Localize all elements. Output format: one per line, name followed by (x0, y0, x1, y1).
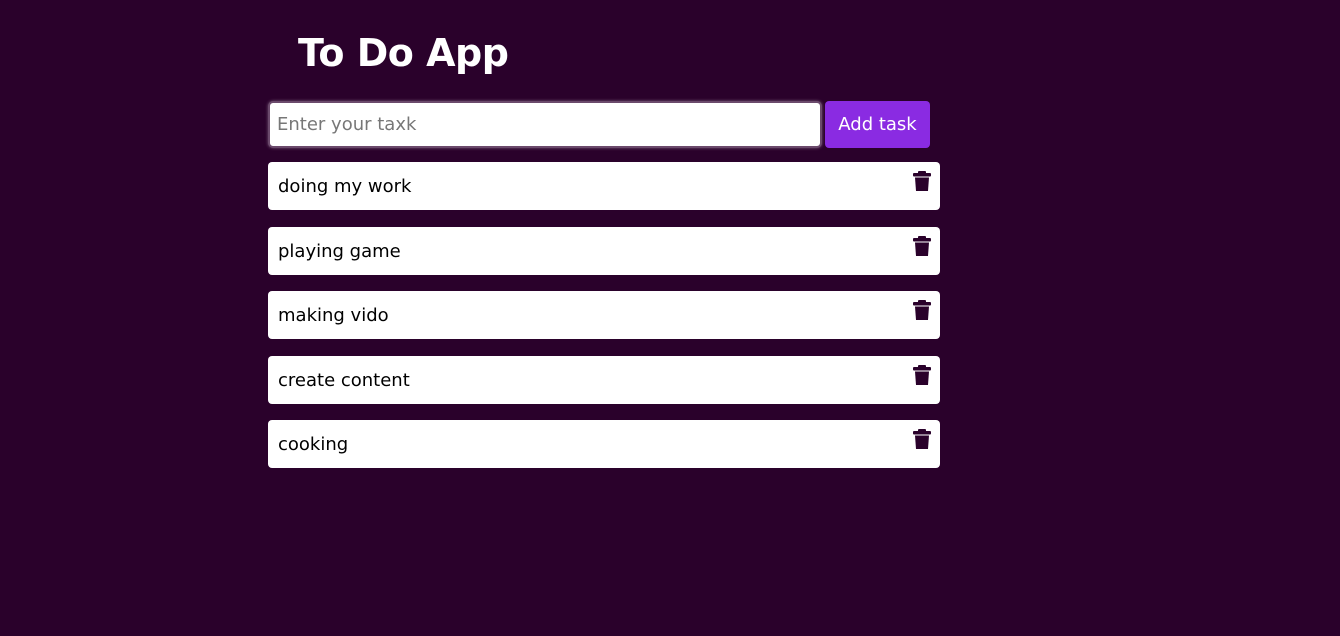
trash-icon (912, 299, 932, 321)
task-item: playing game (268, 226, 940, 275)
task-text: doing my work (278, 176, 412, 197)
delete-task-button[interactable] (912, 299, 932, 321)
task-list: doing my work playing game making vido c… (268, 162, 940, 485)
delete-task-button[interactable] (912, 235, 932, 257)
trash-icon (912, 364, 932, 386)
add-task-button[interactable]: Add task (825, 101, 930, 148)
task-item: making vido (268, 291, 940, 339)
task-input[interactable] (268, 101, 822, 148)
task-text: making vido (278, 305, 389, 326)
task-text: create content (278, 369, 410, 391)
task-item: cooking (268, 420, 940, 468)
task-item: create content (268, 355, 940, 404)
app-title: To Do App (298, 31, 509, 75)
delete-task-button[interactable] (912, 170, 932, 192)
delete-task-button[interactable] (912, 364, 932, 386)
task-text: playing game (278, 240, 401, 262)
trash-icon (912, 235, 932, 257)
task-item: doing my work (268, 162, 940, 210)
delete-task-button[interactable] (912, 428, 932, 450)
trash-icon (912, 170, 932, 192)
trash-icon (912, 428, 932, 450)
task-text: cooking (278, 434, 349, 455)
